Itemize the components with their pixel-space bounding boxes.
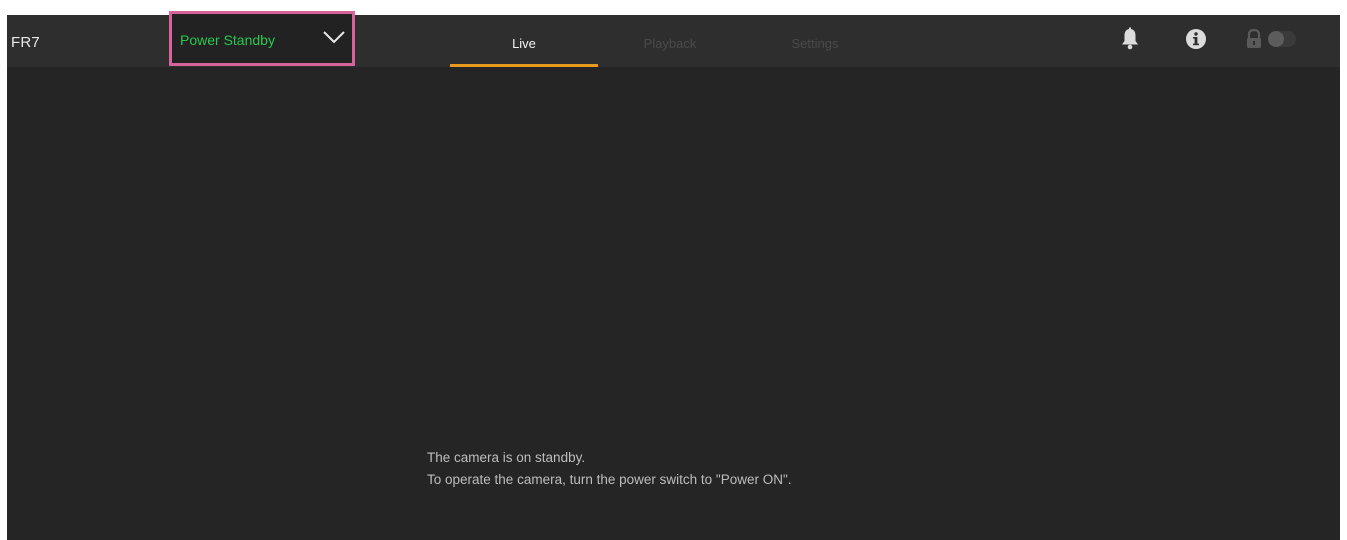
tab-playback[interactable]: Playback (625, 15, 715, 67)
standby-message: The camera is on standby. To operate the… (427, 447, 792, 491)
tab-live-label: Live (512, 36, 536, 51)
info-icon[interactable] (1183, 26, 1209, 52)
lock-toggle-switch[interactable] (1268, 31, 1296, 47)
chevron-down-icon (323, 31, 345, 44)
top-navigation-bar: FR7 Power Standby Live Playback Settings (7, 11, 1340, 67)
toggle-knob (1268, 31, 1284, 47)
standby-message-line2: To operate the camera, turn the power sw… (427, 472, 792, 487)
standby-message-line1: The camera is on standby. (427, 450, 586, 465)
power-status-dropdown[interactable]: Power Standby (169, 11, 355, 66)
power-status-label: Power Standby (180, 32, 275, 48)
bell-icon[interactable] (1117, 26, 1143, 52)
app-title: FR7 (11, 34, 40, 51)
lock-icon (1247, 28, 1261, 48)
app-window: FR7 Power Standby Live Playback Settings (7, 11, 1340, 540)
active-tab-indicator (450, 64, 598, 67)
tab-settings-label: Settings (791, 36, 839, 51)
tab-live[interactable]: Live (450, 15, 598, 67)
tab-playback-label: Playback (643, 36, 697, 51)
lock-toggle-group (1240, 28, 1320, 54)
tab-settings[interactable]: Settings (775, 15, 855, 67)
